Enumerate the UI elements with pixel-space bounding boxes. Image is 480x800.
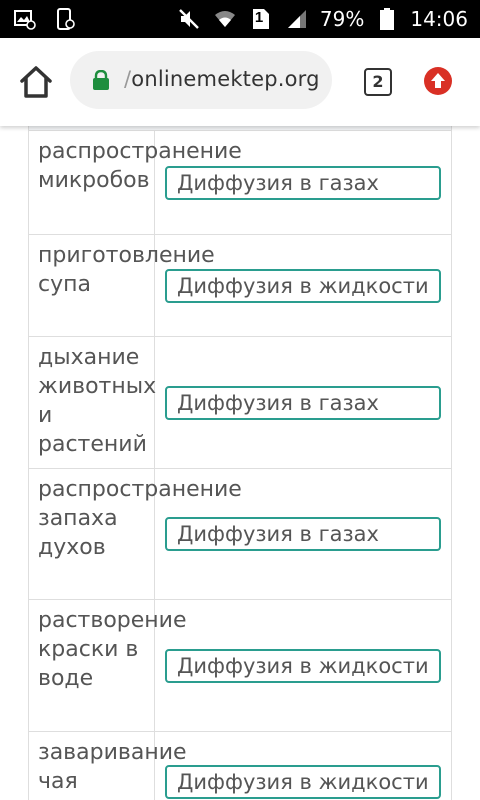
address-bar[interactable]: /onlinemektep.org — [70, 51, 332, 109]
tabs-button[interactable]: 2 — [364, 68, 392, 96]
sim-slot-number: 1 — [254, 9, 264, 26]
term-cell: заваривание чая — [29, 732, 187, 800]
url-text: /onlinemektep.org — [124, 67, 320, 91]
page-content: распространение микробов Диффузия в газа… — [0, 126, 480, 800]
matching-table: распространение микробов Диффузия в газа… — [28, 126, 452, 800]
table-row: заваривание чая Диффузия в жидкости — [28, 732, 452, 800]
browser-toolbar: /onlinemektep.org 2 — [0, 38, 480, 126]
answer-cell: Диффузия в жидкости — [155, 732, 451, 800]
lock-icon — [93, 70, 109, 90]
update-button[interactable] — [424, 67, 452, 95]
answer-cell: Диффузия в жидкости — [155, 235, 451, 336]
table-row: растворение краски в воде Диффузия в жид… — [28, 600, 452, 732]
answer-box[interactable]: Диффузия в жидкости — [165, 648, 441, 683]
term-cell: распространение микробов — [29, 131, 242, 234]
answer-box[interactable]: Диффузия в газах — [165, 517, 441, 551]
answer-box[interactable]: Диффузия в жидкости — [165, 268, 441, 303]
sim-icon: 1 — [248, 6, 274, 32]
home-button[interactable] — [18, 64, 54, 100]
screenshot-icon — [52, 6, 78, 32]
wifi-icon — [212, 6, 238, 32]
clock: 14:06 — [410, 7, 468, 31]
mute-icon — [176, 6, 202, 32]
tab-count: 2 — [372, 72, 384, 91]
answer-box[interactable]: Диффузия в газах — [165, 385, 441, 420]
update-icon — [431, 73, 445, 88]
answer-cell: Диффузия в газах — [155, 337, 451, 468]
signal-icon — [284, 6, 310, 32]
url-domain: onlinemektep.org — [131, 67, 320, 91]
answer-box[interactable]: Диффузия в газах — [165, 165, 441, 200]
term-cell: распространение запаха духов — [29, 469, 242, 599]
status-bar: 1 79% 14:06 — [0, 0, 480, 38]
term-cell: растворение краски в воде — [29, 600, 187, 731]
answer-box[interactable]: Диффузия в жидкости — [165, 765, 441, 799]
answer-cell: Диффузия в газах — [155, 469, 451, 599]
home-icon — [20, 66, 52, 98]
image-notification-icon — [12, 6, 38, 32]
answer-cell: Диффузия в жидкости — [155, 600, 451, 731]
table-row: дыхание животных и растений Диффузия в г… — [28, 337, 452, 469]
answer-cell: Диффузия в газах — [155, 131, 451, 234]
status-left-icons — [12, 6, 78, 32]
table-row: приготовление супа Диффузия в жидкости — [28, 235, 452, 337]
term-cell: дыхание животных и растений — [29, 337, 156, 468]
status-right-icons: 1 79% 14:06 — [176, 6, 468, 32]
battery-percent: 79% — [319, 7, 365, 31]
table-row: распространение запаха духов Диффузия в … — [28, 469, 452, 600]
battery-icon — [374, 6, 400, 32]
term-cell: приготовление супа — [29, 235, 215, 336]
table-row: распространение микробов Диффузия в газа… — [28, 131, 452, 235]
